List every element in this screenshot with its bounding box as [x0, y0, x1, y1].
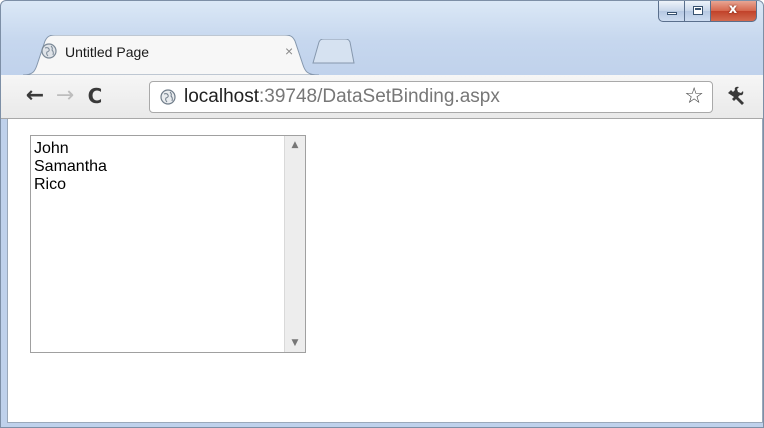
minimize-icon — [667, 12, 677, 15]
scroll-down-arrow-icon[interactable]: ▼ — [285, 334, 305, 352]
scroll-up-arrow-icon[interactable]: ▲ — [285, 136, 305, 154]
listbox-items: John Samantha Rico — [31, 136, 283, 352]
title-bar: Untitled Page × x — [1, 1, 763, 75]
list-item[interactable]: John — [31, 140, 283, 158]
list-item[interactable]: Rico — [31, 176, 283, 194]
window-controls: x — [658, 1, 757, 23]
new-tab-button[interactable] — [311, 38, 355, 65]
forward-button[interactable]: → — [53, 84, 77, 108]
url-host: localhost — [184, 86, 259, 107]
minimize-button[interactable] — [658, 1, 685, 22]
page-content: John Samantha Rico ▲ ▼ — [7, 119, 763, 423]
back-button[interactable]: ← — [23, 84, 47, 108]
globe-icon — [41, 43, 57, 59]
close-window-button[interactable]: x — [711, 1, 757, 22]
tab-close-button[interactable]: × — [285, 42, 293, 60]
names-listbox[interactable]: John Samantha Rico ▲ ▼ — [30, 135, 306, 353]
close-icon: x — [728, 2, 738, 17]
browser-toolbar: ← → C localhost:39748/DataSetBinding.asp… — [1, 75, 763, 119]
url-path: :39748/DataSetBinding.aspx — [259, 86, 500, 107]
list-item[interactable]: Samantha — [31, 158, 283, 176]
globe-icon — [160, 89, 176, 105]
url-text: localhost:39748/DataSetBinding.aspx — [184, 87, 500, 107]
address-bar[interactable]: localhost:39748/DataSetBinding.aspx ☆ — [149, 81, 713, 113]
maximize-button[interactable] — [685, 1, 711, 22]
reload-button[interactable]: C — [83, 84, 107, 108]
listbox-scrollbar[interactable]: ▲ ▼ — [284, 136, 305, 352]
bookmark-star-icon[interactable]: ☆ — [684, 85, 704, 109]
tab-untitled-page[interactable]: Untitled Page × — [23, 35, 323, 75]
tab-title: Untitled Page — [65, 44, 150, 60]
browser-window: Untitled Page × x ← → C localhost:39748/… — [0, 0, 764, 428]
wrench-icon[interactable] — [725, 85, 747, 107]
maximize-icon — [693, 6, 703, 15]
